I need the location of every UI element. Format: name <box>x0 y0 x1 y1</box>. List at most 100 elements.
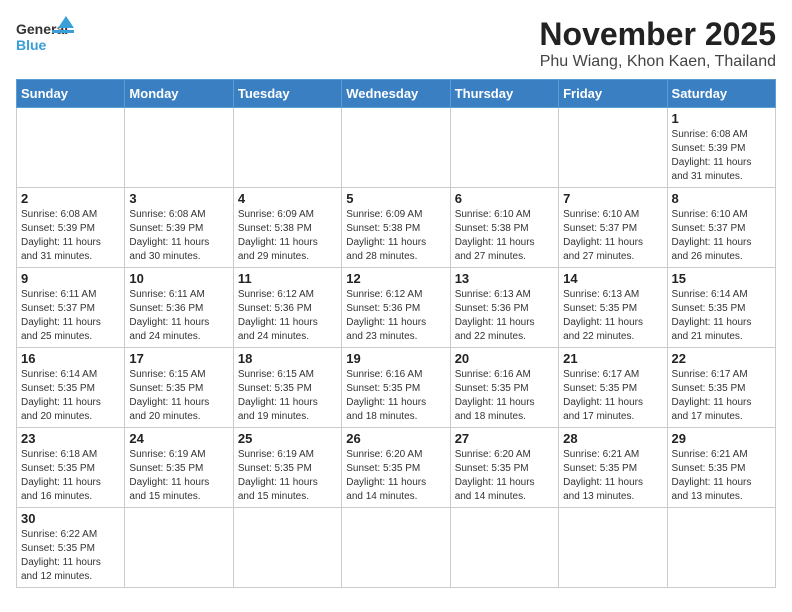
calendar-cell: 19 Sunrise: 6:16 AM Sunset: 5:35 PM Dayli… <box>342 348 450 428</box>
day-number: 27 <box>455 431 554 446</box>
day-info: Sunrise: 6:14 AM Sunset: 5:35 PM Dayligh… <box>672 288 771 344</box>
calendar-cell: 2Sunrise: 6:08 AM Sunset: 5:39 PM Daylig… <box>17 188 125 268</box>
day-info: Sunrise: 6:11 AM Sunset: 5:36 PM Dayligh… <box>129 288 228 344</box>
day-number: 18 <box>238 351 337 366</box>
calendar-cell <box>125 108 233 188</box>
day-info: Sunrise: 6:10 AM Sunset: 5:37 PM Dayligh… <box>672 208 771 264</box>
logo-icon: General Blue <box>16 16 74 58</box>
day-info: Sunrise: 6:10 AM Sunset: 5:38 PM Dayligh… <box>455 208 554 264</box>
month-title: November 2025 <box>539 16 776 53</box>
calendar-cell: 16 Sunrise: 6:14 AM Sunset: 5:35 PM Dayli… <box>17 348 125 428</box>
day-number: 14 <box>563 271 662 286</box>
day-number: 24 <box>129 431 228 446</box>
day-number: 7 <box>563 191 662 206</box>
weekday-header-saturday: Saturday <box>667 80 775 108</box>
weekday-header-tuesday: Tuesday <box>233 80 341 108</box>
calendar-cell: 29 Sunrise: 6:21 AM Sunset: 5:35 PM Dayli… <box>667 428 775 508</box>
day-info: Sunrise: 6:17 AM Sunset: 5:35 PM Dayligh… <box>563 368 662 424</box>
calendar-week-row: 9 Sunrise: 6:11 AM Sunset: 5:37 PM Daylig… <box>17 268 776 348</box>
calendar-cell: 30 Sunrise: 6:22 AM Sunset: 5:35 PM Dayli… <box>17 508 125 588</box>
calendar-cell: 22 Sunrise: 6:17 AM Sunset: 5:35 PM Dayli… <box>667 348 775 428</box>
day-number: 16 <box>21 351 120 366</box>
calendar-cell: 3 Sunrise: 6:08 AM Sunset: 5:39 PM Daylig… <box>125 188 233 268</box>
calendar-cell: 10 Sunrise: 6:11 AM Sunset: 5:36 PM Dayli… <box>125 268 233 348</box>
calendar-cell: 13 Sunrise: 6:13 AM Sunset: 5:36 PM Dayli… <box>450 268 558 348</box>
svg-text:General: General <box>16 21 68 37</box>
logo: General Blue <box>16 16 74 58</box>
calendar-cell <box>559 508 667 588</box>
calendar-table: SundayMondayTuesdayWednesdayThursdayFrid… <box>16 79 776 588</box>
weekday-header-friday: Friday <box>559 80 667 108</box>
day-number: 4 <box>238 191 337 206</box>
calendar-cell: 14Sunrise: 6:13 AM Sunset: 5:35 PM Dayli… <box>559 268 667 348</box>
day-info: Sunrise: 6:19 AM Sunset: 5:35 PM Dayligh… <box>238 448 337 504</box>
calendar-cell <box>233 108 341 188</box>
weekday-header-wednesday: Wednesday <box>342 80 450 108</box>
day-info: Sunrise: 6:22 AM Sunset: 5:35 PM Dayligh… <box>21 528 120 584</box>
day-number: 30 <box>21 511 120 526</box>
day-number: 6 <box>455 191 554 206</box>
day-number: 22 <box>672 351 771 366</box>
day-number: 8 <box>672 191 771 206</box>
calendar-cell <box>17 108 125 188</box>
day-number: 19 <box>346 351 445 366</box>
day-number: 10 <box>129 271 228 286</box>
day-info: Sunrise: 6:12 AM Sunset: 5:36 PM Dayligh… <box>346 288 445 344</box>
calendar-cell: 24 Sunrise: 6:19 AM Sunset: 5:35 PM Dayli… <box>125 428 233 508</box>
weekday-header-row: SundayMondayTuesdayWednesdayThursdayFrid… <box>17 80 776 108</box>
calendar-cell: 20 Sunrise: 6:16 AM Sunset: 5:35 PM Dayli… <box>450 348 558 428</box>
day-info: Sunrise: 6:13 AM Sunset: 5:36 PM Dayligh… <box>455 288 554 344</box>
calendar-cell: 12 Sunrise: 6:12 AM Sunset: 5:36 PM Dayli… <box>342 268 450 348</box>
calendar-cell: 1Sunrise: 6:08 AM Sunset: 5:39 PM Daylig… <box>667 108 775 188</box>
calendar-cell: 18Sunrise: 6:15 AM Sunset: 5:35 PM Dayli… <box>233 348 341 428</box>
day-info: Sunrise: 6:08 AM Sunset: 5:39 PM Dayligh… <box>21 208 120 264</box>
day-info: Sunrise: 6:11 AM Sunset: 5:37 PM Dayligh… <box>21 288 120 344</box>
weekday-header-thursday: Thursday <box>450 80 558 108</box>
day-info: Sunrise: 6:16 AM Sunset: 5:35 PM Dayligh… <box>455 368 554 424</box>
calendar-week-row: 16 Sunrise: 6:14 AM Sunset: 5:35 PM Dayli… <box>17 348 776 428</box>
day-number: 3 <box>129 191 228 206</box>
day-number: 29 <box>672 431 771 446</box>
calendar-cell: 4 Sunrise: 6:09 AM Sunset: 5:38 PM Daylig… <box>233 188 341 268</box>
day-info: Sunrise: 6:12 AM Sunset: 5:36 PM Dayligh… <box>238 288 337 344</box>
day-number: 9 <box>21 271 120 286</box>
calendar-cell: 23Sunrise: 6:18 AM Sunset: 5:35 PM Dayli… <box>17 428 125 508</box>
weekday-header-monday: Monday <box>125 80 233 108</box>
day-number: 12 <box>346 271 445 286</box>
day-info: Sunrise: 6:20 AM Sunset: 5:35 PM Dayligh… <box>455 448 554 504</box>
day-number: 15 <box>672 271 771 286</box>
calendar-cell <box>233 508 341 588</box>
calendar-week-row: 30 Sunrise: 6:22 AM Sunset: 5:35 PM Dayli… <box>17 508 776 588</box>
calendar-cell: 5Sunrise: 6:09 AM Sunset: 5:38 PM Daylig… <box>342 188 450 268</box>
day-number: 1 <box>672 111 771 126</box>
calendar-cell: 15 Sunrise: 6:14 AM Sunset: 5:35 PM Dayli… <box>667 268 775 348</box>
calendar-cell: 17Sunrise: 6:15 AM Sunset: 5:35 PM Dayli… <box>125 348 233 428</box>
day-number: 20 <box>455 351 554 366</box>
calendar-cell <box>125 508 233 588</box>
calendar-cell: 11Sunrise: 6:12 AM Sunset: 5:36 PM Dayli… <box>233 268 341 348</box>
day-info: Sunrise: 6:21 AM Sunset: 5:35 PM Dayligh… <box>672 448 771 504</box>
logo-svg: General Blue <box>16 16 74 58</box>
title-block: November 2025 Phu Wiang, Khon Kaen, Thai… <box>539 16 776 71</box>
day-info: Sunrise: 6:14 AM Sunset: 5:35 PM Dayligh… <box>21 368 120 424</box>
day-number: 23 <box>21 431 120 446</box>
day-info: Sunrise: 6:10 AM Sunset: 5:37 PM Dayligh… <box>563 208 662 264</box>
day-info: Sunrise: 6:19 AM Sunset: 5:35 PM Dayligh… <box>129 448 228 504</box>
day-info: Sunrise: 6:16 AM Sunset: 5:35 PM Dayligh… <box>346 368 445 424</box>
day-info: Sunrise: 6:17 AM Sunset: 5:35 PM Dayligh… <box>672 368 771 424</box>
calendar-cell <box>342 508 450 588</box>
weekday-header-sunday: Sunday <box>17 80 125 108</box>
day-info: Sunrise: 6:09 AM Sunset: 5:38 PM Dayligh… <box>238 208 337 264</box>
calendar-cell <box>559 108 667 188</box>
calendar-cell: 8 Sunrise: 6:10 AM Sunset: 5:37 PM Daylig… <box>667 188 775 268</box>
calendar-cell: 21Sunrise: 6:17 AM Sunset: 5:35 PM Dayli… <box>559 348 667 428</box>
day-number: 13 <box>455 271 554 286</box>
calendar-cell: 9 Sunrise: 6:11 AM Sunset: 5:37 PM Daylig… <box>17 268 125 348</box>
day-info: Sunrise: 6:08 AM Sunset: 5:39 PM Dayligh… <box>129 208 228 264</box>
day-info: Sunrise: 6:15 AM Sunset: 5:35 PM Dayligh… <box>129 368 228 424</box>
calendar-week-row: 2Sunrise: 6:08 AM Sunset: 5:39 PM Daylig… <box>17 188 776 268</box>
calendar-cell <box>342 108 450 188</box>
day-number: 5 <box>346 191 445 206</box>
calendar-cell <box>667 508 775 588</box>
day-number: 28 <box>563 431 662 446</box>
